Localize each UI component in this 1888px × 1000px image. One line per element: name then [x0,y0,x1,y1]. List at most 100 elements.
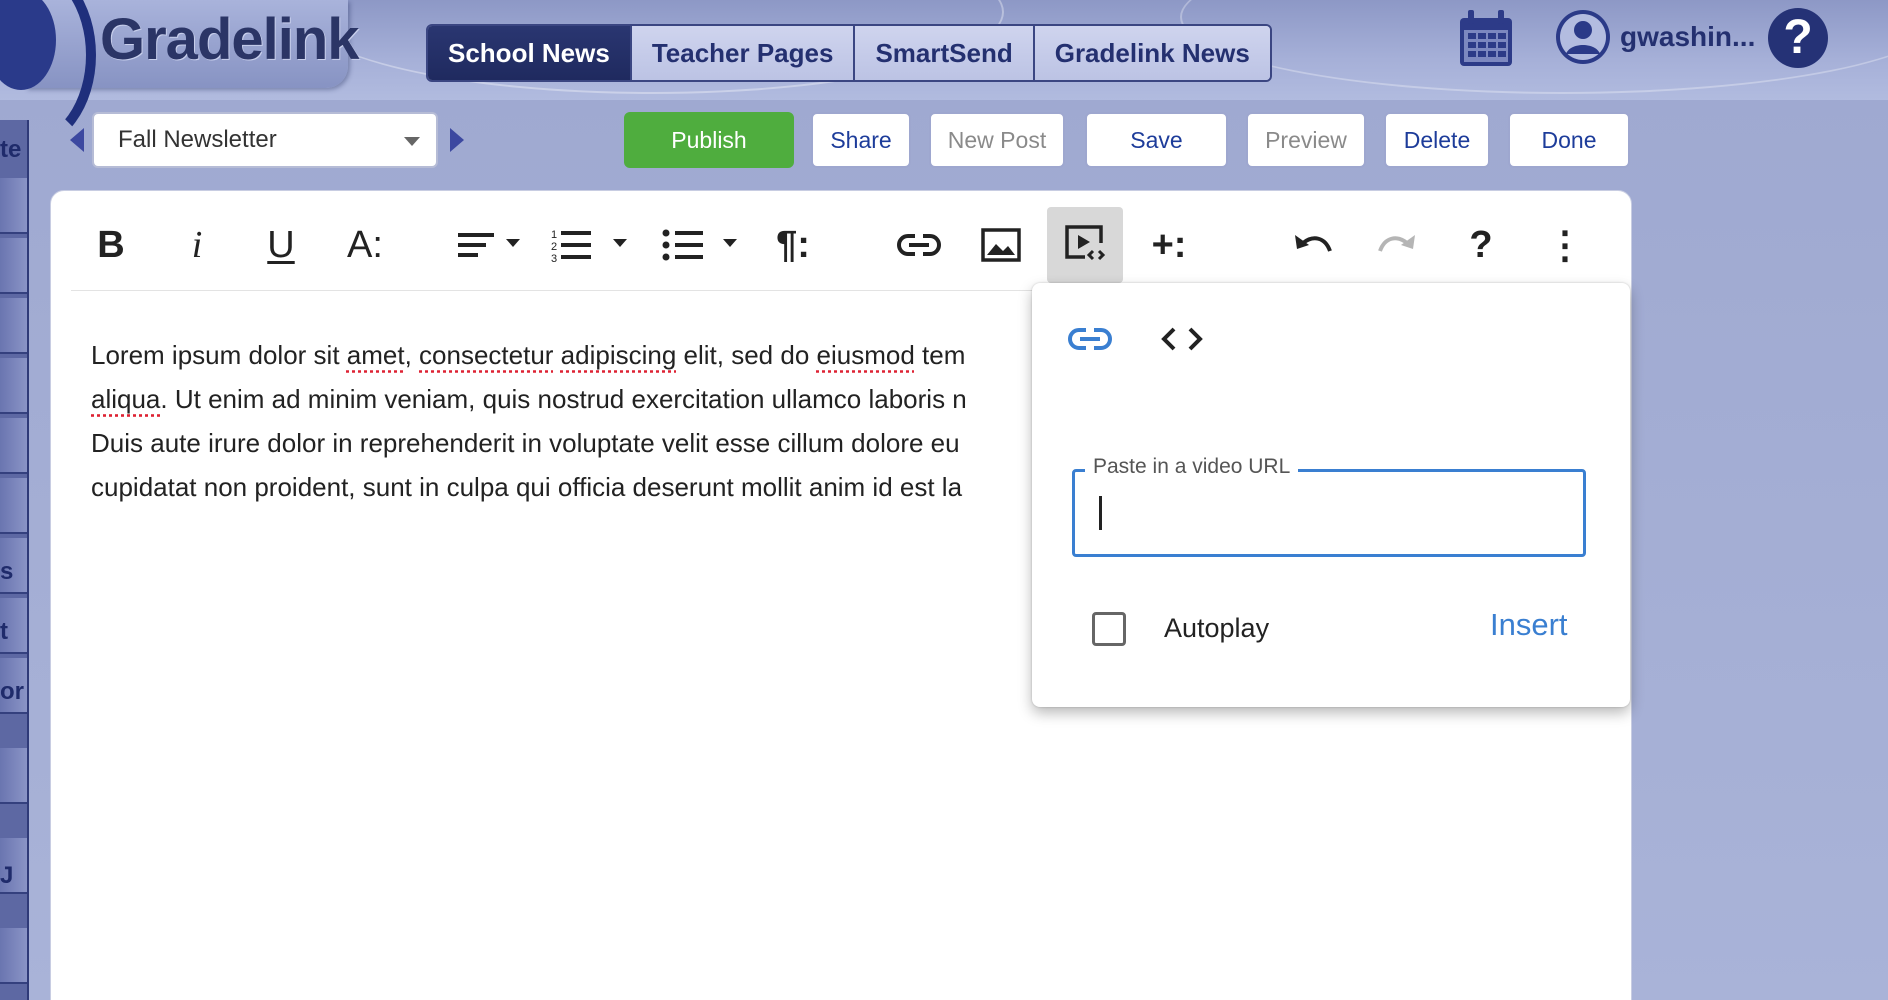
sidebar-label: or [0,678,24,705]
preview-button[interactable]: Preview [1246,112,1366,168]
video-url-label: Paste in a video URL [1085,455,1299,479]
plus-icon: +: [1151,223,1187,266]
ordered-list-dropdown[interactable]: 1 2 3 [551,207,635,283]
autoplay-checkbox[interactable] [1092,612,1126,646]
svg-text:2: 2 [551,241,557,253]
ordered-list-icon: 1 2 3 [551,229,627,265]
insert-image-button[interactable] [963,207,1039,283]
user-menu[interactable]: gwashin... [1554,8,1755,66]
sidebar-item[interactable] [0,298,27,354]
tab-teacher-pages[interactable]: Teacher Pages [631,26,856,80]
done-button[interactable]: Done [1508,112,1630,168]
undo-button[interactable] [1275,207,1351,283]
svg-text:3: 3 [551,253,557,265]
insert-link-button[interactable] [881,207,957,283]
sidebar-label: t [0,618,8,645]
autoplay-label: Autoplay [1164,613,1270,643]
embed-code-tab[interactable] [1154,311,1210,367]
sidebar-item[interactable] [0,238,27,294]
text-run: elit, sed do [676,340,817,370]
sidebar-item[interactable] [0,478,27,534]
font-size-icon: A: [347,223,383,266]
underline-button[interactable]: U [243,207,319,283]
text-run [553,340,560,370]
logo-area: Gradelink [0,0,360,150]
newsletter-select[interactable]: Fall Newsletter [92,112,438,168]
unordered-list-icon [662,229,737,261]
video-by-url-tab[interactable] [1062,311,1118,367]
paragraph-icon: ¶: [776,223,810,266]
underline-icon: U [267,223,295,266]
app-logo[interactable]: Gradelink [100,6,360,73]
text-run: tem [914,340,966,370]
sidebar-item[interactable] [0,928,27,984]
save-button[interactable]: Save [1085,112,1228,168]
new-post-button[interactable]: New Post [929,112,1065,168]
more-options-button[interactable]: ⋮ [1527,207,1603,283]
next-arrow-icon[interactable] [450,128,464,152]
text-run: . Ut enim ad minim veniam, quis nostrud … [160,384,967,414]
bold-button[interactable]: B [73,207,149,283]
paragraph-format-button[interactable]: ¶: [755,207,831,283]
link-icon [1068,328,1112,350]
tab-gradelink-news[interactable]: Gradelink News [1034,26,1270,80]
text-run: , [404,340,420,370]
text-run: cupidatat non proident, sunt in culpa qu… [91,472,963,502]
editor-content[interactable]: Lorem ipsum dolor sit amet, consectetur … [91,333,1091,509]
main-tabs: School News Teacher Pages SmartSend Grad… [426,24,1272,82]
align-dropdown[interactable] [453,207,529,283]
sidebar-item[interactable] [0,358,27,414]
sidebar-label: s [0,558,14,585]
misspelled-word: eiusmod [816,340,915,370]
paragraph-line: aliqua. Ut enim ad minim veniam, quis no… [91,377,1091,421]
paragraph-line: cupidatat non proident, sunt in culpa qu… [91,465,1091,509]
paragraph-line: Duis aute irure dolor in reprehenderit i… [91,421,1091,465]
font-size-button[interactable]: A: [327,207,403,283]
code-icon [1161,327,1203,351]
tab-smartsend[interactable]: SmartSend [855,26,1035,80]
bold-icon: B [97,223,125,266]
insert-video-button[interactable] [1047,207,1123,283]
paragraph-line: Lorem ipsum dolor sit amet, consectetur … [91,333,1091,377]
chevron-down-icon [404,137,420,146]
more-vertical-icon: ⋮ [1546,224,1584,267]
misspelled-word: adipiscing [560,340,677,370]
help-button[interactable]: ? [1443,207,1519,283]
insert-more-button[interactable]: +: [1131,207,1207,283]
sidebar-item[interactable] [0,178,27,234]
previous-arrow-icon[interactable] [70,128,84,152]
undo-icon [1295,235,1332,252]
app-window: Gradelink School News Teacher Pages Smar… [0,0,1888,1000]
italic-icon: i [191,224,203,266]
sidebar-label: te [0,136,22,163]
sidebar-item[interactable] [0,418,27,474]
redo-icon [1378,235,1415,252]
svg-text:1: 1 [551,229,557,241]
misspelled-word: consectetur [419,340,554,370]
tab-school-news[interactable]: School News [428,26,632,80]
publish-button[interactable]: Publish [624,112,794,168]
insert-video-popup: Paste in a video URL Autoplay Insert [1032,283,1630,707]
misspelled-word: aliqua [91,384,161,414]
editor-toolbar: B i U A: 1 2 3 ¶: +: ? ⋮ [51,191,1631,291]
unordered-list-dropdown[interactable] [661,207,745,283]
video-url-field[interactable]: Paste in a video URL [1072,455,1586,557]
redo-button[interactable] [1359,207,1435,283]
video-url-input[interactable] [1093,492,1567,534]
text-run: Duis aute irure dolor in reprehenderit i… [91,428,960,458]
text-cursor [1099,496,1102,530]
delete-button[interactable]: Delete [1384,112,1490,168]
image-icon [981,228,1021,262]
question-icon: ? [1469,223,1493,266]
text-run: Lorem ipsum dolor sit [91,340,347,370]
newsletter-select-value: Fall Newsletter [118,126,277,153]
italic-button[interactable]: i [159,207,235,283]
share-button[interactable]: Share [811,112,911,168]
insert-button[interactable]: Insert [1490,607,1568,643]
misspelled-word: amet [346,340,405,370]
calendar-icon[interactable] [1458,10,1514,68]
video-icon [1065,225,1106,261]
sidebar-item[interactable] [0,748,27,804]
help-icon[interactable]: ? [1768,8,1828,68]
link-icon [897,234,941,256]
